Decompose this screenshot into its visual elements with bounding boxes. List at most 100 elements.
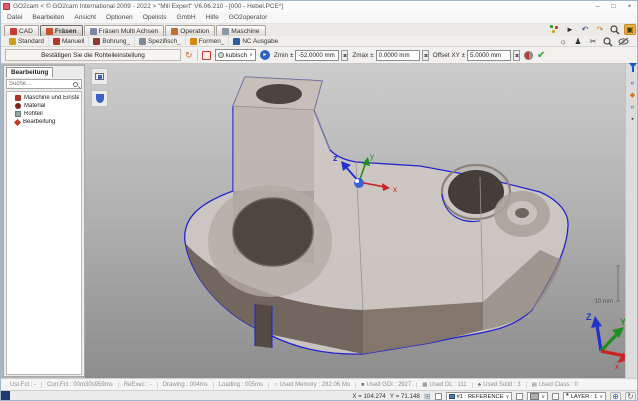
setup-plan-button[interactable] [91,68,108,85]
zmax-input[interactable]: 0.0000 mm [376,50,420,61]
pointer-icon[interactable]: ► [564,24,576,35]
trim-icon[interactable]: ✂ [587,36,599,47]
rotate-stock-icon[interactable]: ↻ [185,50,193,61]
grid-icon[interactable]: ⊞ [424,393,431,401]
tab-cad[interactable]: CAD [4,25,39,36]
zmin-stepper[interactable] [341,50,348,61]
confirm-button[interactable]: ✔ [537,50,545,61]
tab-maschine[interactable]: Maschine [216,25,265,36]
menu-opelists[interactable]: Opelists [143,14,167,21]
small-dark-icon[interactable]: ▪ [627,115,638,125]
offset-xy-stepper[interactable] [513,50,520,61]
material-icon [15,103,21,109]
forms-icon [190,38,197,45]
status-used-dl: ▦Used DL : 111 [416,382,471,388]
protection-button[interactable] [91,90,108,107]
menu-datei[interactable]: Datei [7,14,22,21]
tool-orange-icon[interactable]: ◆ [627,91,638,101]
coordinate-bar: X = 104.274 Y = 71.148 ⊞ #1 : REFERENCE … [1,390,638,401]
status-curr-fct: Curr.Fct : 00m30s959ms [41,382,118,388]
part-hebel [185,77,568,354]
class-icon: ▤ [532,382,537,388]
layer-icon: * [566,394,569,400]
menu-ansicht[interactable]: Ansicht [74,14,96,21]
search-input[interactable] [7,81,73,87]
color-select[interactable]: ∨ [527,392,548,401]
search-box [6,79,82,89]
refresh-button[interactable]: ↻ [625,392,636,401]
reference-icon [449,394,455,399]
filter-icon[interactable] [627,67,638,77]
go2cam-logo-icon [3,3,10,10]
go2cam-window: GO2cam < © GO2cam International 2009 - 2… [0,0,638,401]
tab-fraesen-multi-achsen[interactable]: Fräsen Multi Achsen [84,25,165,36]
color-checkbox[interactable] [516,393,523,400]
tool-icon[interactable]: ♟ [572,36,584,47]
selection-markers-icon[interactable] [549,24,561,35]
ribbon-button-row: Standard Manuell Bohrung_ Spezifisch_ Fo… [1,36,638,47]
formen-button[interactable]: Formen_ [185,36,229,46]
color-swatch [530,393,539,400]
nc-output-icon [233,38,240,45]
chevron-down-icon: ∨ [541,394,545,400]
machining-tree: Maschine und Einstellmaße Material Rohte… [6,91,82,375]
close-button[interactable]: × [622,2,637,12]
visibility-icon[interactable] [617,36,629,47]
manuell-button[interactable]: Manuell [48,36,88,46]
search-icon [73,82,78,87]
solid-icon: ♣ [478,382,482,388]
offset-xy-input[interactable]: 5.0000 mm [467,50,511,61]
layer-checkbox[interactable] [552,393,559,400]
svg-text:y: y [370,152,374,161]
stock-shape-select[interactable]: kubisch ∨ [215,49,256,61]
zoom-icon[interactable] [609,24,621,35]
tab-bearbeitung[interactable]: Bearbeitung [6,67,53,78]
menu-bearbeiten[interactable]: Bearbeiten [32,14,64,21]
nc-ausgabe-button[interactable]: NC Ausgabe [228,36,282,46]
undo-icon[interactable]: ↶ [579,24,591,35]
tab-operation[interactable]: Operation [165,25,215,36]
zoom-extent-button[interactable]: ⊕ [610,392,621,401]
compute-stock-button[interactable]: ▸ [260,50,270,60]
status-used-gdi: ■Used GDI : 2927 [355,382,416,388]
standard-button[interactable]: Standard [5,36,48,46]
chevron-down-icon: ∨ [599,394,603,400]
collapse-blue-icon[interactable]: « [627,79,638,89]
cancel-button[interactable] [524,51,533,60]
minimize-button[interactable]: – [590,2,605,12]
tree-item-material[interactable]: Material [7,102,81,110]
svg-text:x: x [393,185,397,194]
menu-hilfe[interactable]: Hilfe [206,14,219,21]
svg-text:10 mm: 10 mm [595,299,613,305]
redo-icon[interactable]: ↷ [594,24,606,35]
grid-checkbox[interactable] [435,393,442,400]
y-coordinate: Y = 71.148 [390,393,420,400]
maximize-button[interactable]: □ [606,2,621,12]
3d-viewport[interactable]: x y z 10 mm [85,64,625,378]
reference-select[interactable]: #1 : REFERENCE ∨ [446,392,513,401]
menu-optionen[interactable]: Optionen [106,14,133,21]
drill-icon [93,38,100,45]
bohrung-button[interactable]: Bohrung_ [88,36,134,46]
settings-icon[interactable]: ☼ [557,36,569,47]
collapse-green-icon[interactable]: « [627,103,638,113]
operation-icon [171,28,178,35]
tab-fraesen[interactable]: Fräsen [40,25,83,36]
menu-gmbh[interactable]: GmbH [177,14,196,21]
zmin-input[interactable]: -52.0000 mm [295,50,339,61]
menu-go2operator[interactable]: GO2operator [229,14,267,21]
spezifisch-button[interactable]: Spezifisch_ [134,36,185,46]
tree-item-maschine[interactable]: Maschine und Einstellmaße [7,94,81,102]
status-drawing: Drawing : 004ms [157,382,213,388]
view-mode-icon[interactable]: ▣ [624,24,636,35]
tree-item-rohteil[interactable]: Rohteil [7,110,81,118]
tree-item-bearbeitung[interactable]: Bearbeitung [7,118,81,126]
svg-text:Z: Z [586,312,592,322]
stock-box-icon[interactable] [202,51,211,60]
zoom-window-icon[interactable] [602,36,614,47]
prompt-message: Bestätigen Sie die Rohteileinstellung [5,49,181,61]
layer-select[interactable]: * LAYER : 1 ∨ [563,392,606,401]
gdi-icon: ■ [361,382,364,388]
zmax-stepper[interactable] [422,50,429,61]
menu-bar: Datei Bearbeiten Ansicht Optionen Opelis… [1,12,638,24]
